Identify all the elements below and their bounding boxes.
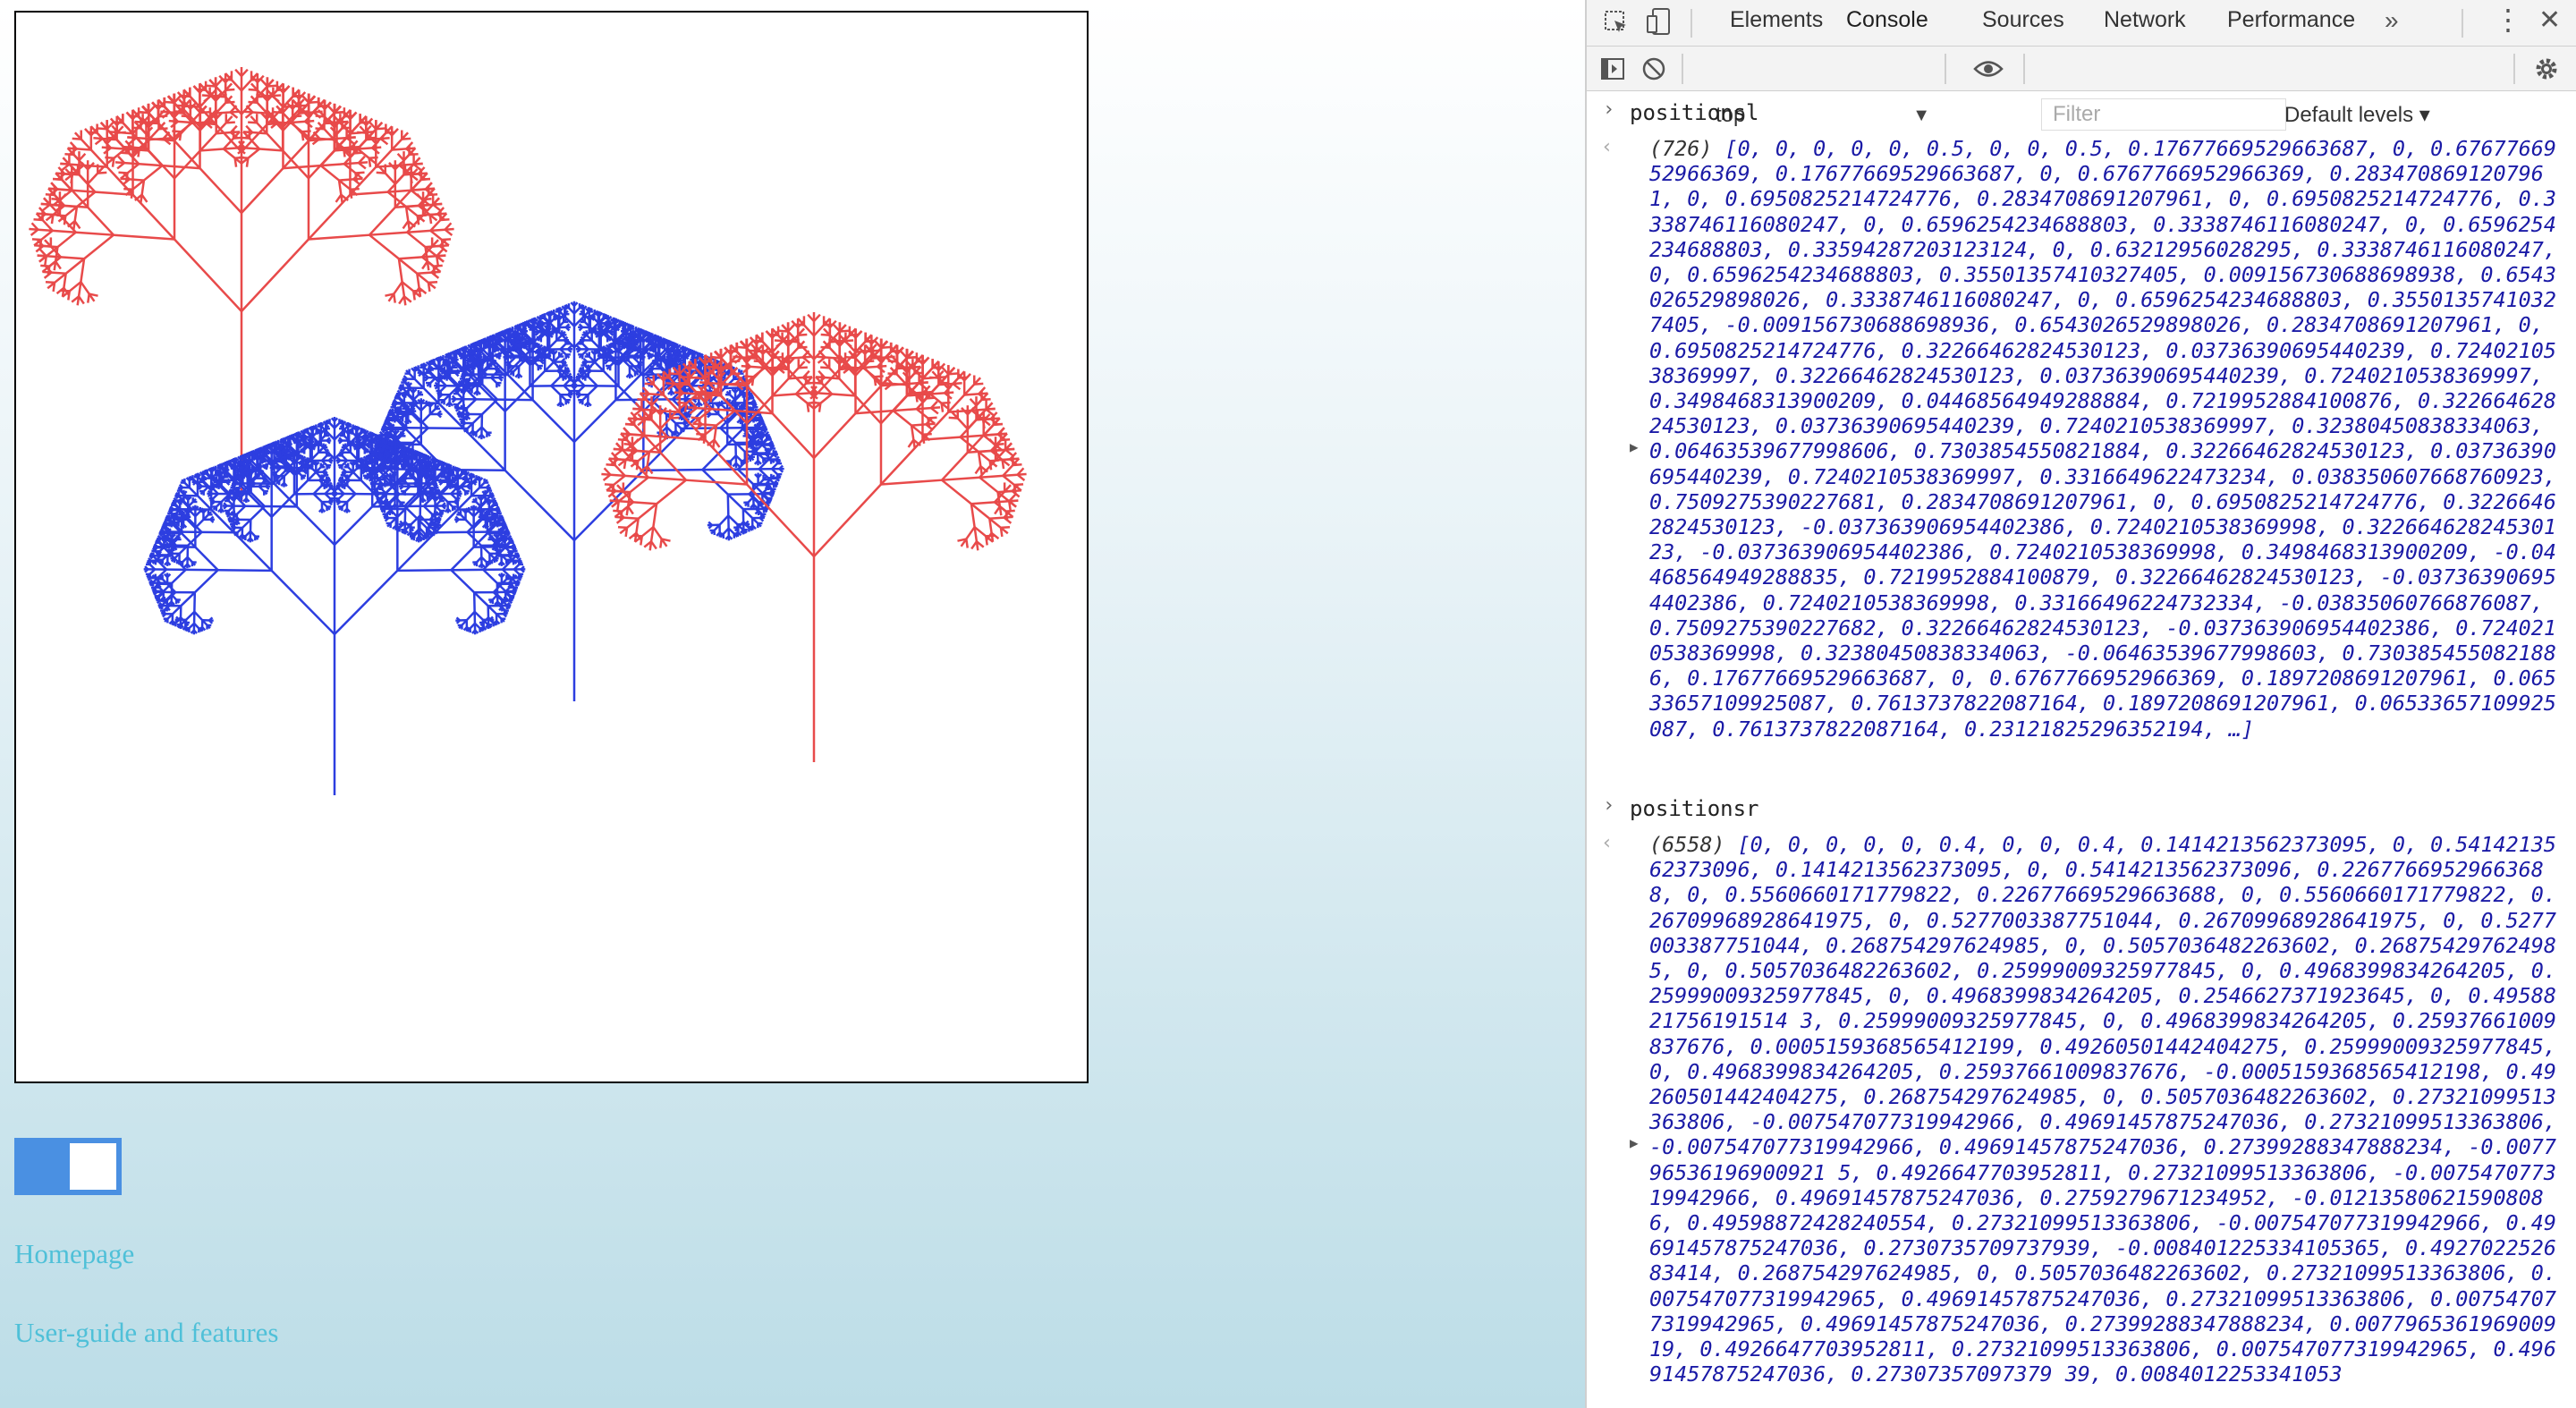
user-guide-link[interactable]: User-guide and features: [14, 1317, 278, 1349]
console-toolbar: top ▼ Default levels ▾: [1587, 47, 2576, 131]
homepage-link[interactable]: Homepage: [14, 1238, 134, 1270]
array-values: [0, 0, 0, 0, 0, 0.4, 0, 0, 0.4, 0.141421…: [1649, 832, 2556, 1387]
result-arrow-icon: ‹: [1601, 832, 1614, 854]
device-toolbar-icon[interactable]: [1646, 7, 1673, 39]
toggle-switch[interactable]: [14, 1138, 122, 1195]
blue-tree-left: [143, 416, 526, 795]
kebab-menu-icon[interactable]: ⋮: [2494, 5, 2522, 34]
expand-triangle-icon[interactable]: ▶: [1630, 1134, 1639, 1151]
toolbar-divider: [1690, 9, 1692, 38]
clear-console-icon[interactable]: [1640, 55, 1667, 86]
array-values: [0, 0, 0, 0, 0, 0.5, 0, 0, 0.5, 0.176776…: [1649, 136, 2556, 742]
prompt-chevron-icon: ›: [1603, 98, 1615, 121]
console-command: positionsr: [1630, 796, 1759, 821]
array-output: (6558) [0, 0, 0, 0, 0, 0.4, 0, 0, 0.4, 0…: [1649, 832, 2558, 1387]
double-chevron-right-icon[interactable]: »: [2385, 8, 2399, 33]
devtools-tab-bar: Elements Console Sources Network Perform…: [1587, 0, 2576, 50]
sidebar-toggle-icon[interactable]: [1599, 55, 1626, 86]
toggle-knob: [70, 1143, 116, 1190]
toolbar-divider: [2513, 54, 2515, 84]
tree-canvas[interactable]: [14, 11, 1089, 1083]
expand-triangle-icon[interactable]: ▶: [1630, 438, 1639, 455]
inspect-element-icon[interactable]: [1603, 9, 1630, 39]
tab-performance[interactable]: Performance: [2227, 0, 2355, 47]
array-length: (726): [1649, 136, 1713, 161]
toolbar-divider: [2023, 54, 2025, 84]
fractal-trees-drawing: [29, 66, 1027, 795]
prompt-chevron-icon: ›: [1603, 794, 1615, 817]
tab-sources[interactable]: Sources: [1982, 0, 2064, 47]
page-area: Homepage User-guide and features: [0, 0, 1585, 1408]
close-icon[interactable]: ✕: [2538, 7, 2561, 34]
live-expression-eye-icon[interactable]: [1973, 57, 2004, 84]
toolbar-divider: [2462, 9, 2463, 38]
gear-icon[interactable]: [2533, 55, 2560, 86]
array-length: (6558): [1649, 832, 1725, 857]
result-arrow-icon: ‹: [1601, 136, 1614, 158]
console-command: positionsl: [1630, 100, 1759, 125]
red-tree-right: [601, 311, 1027, 762]
tab-console[interactable]: Console: [1846, 0, 1928, 50]
console-output[interactable]: › positionsl ‹ ▶ (726) [0, 0, 0, 0, 0, 0…: [1587, 93, 2576, 1408]
devtools-panel: Elements Console Sources Network Perform…: [1585, 0, 2576, 1408]
tab-network[interactable]: Network: [2104, 0, 2186, 47]
tab-elements[interactable]: Elements: [1730, 0, 1823, 47]
array-output: (726) [0, 0, 0, 0, 0, 0.5, 0, 0, 0.5, 0.…: [1649, 136, 2558, 742]
toolbar-divider: [1682, 54, 1683, 84]
toolbar-divider: [1945, 54, 1946, 84]
